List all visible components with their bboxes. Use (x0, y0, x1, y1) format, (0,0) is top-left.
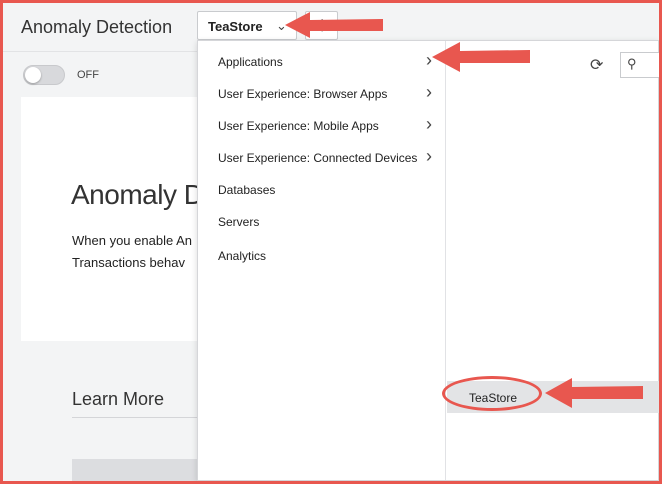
annotation-arrows (285, 12, 643, 408)
arrow-to-app-select (285, 12, 383, 38)
arrow-to-teastore (545, 378, 643, 408)
arrow-to-applications (432, 42, 530, 72)
